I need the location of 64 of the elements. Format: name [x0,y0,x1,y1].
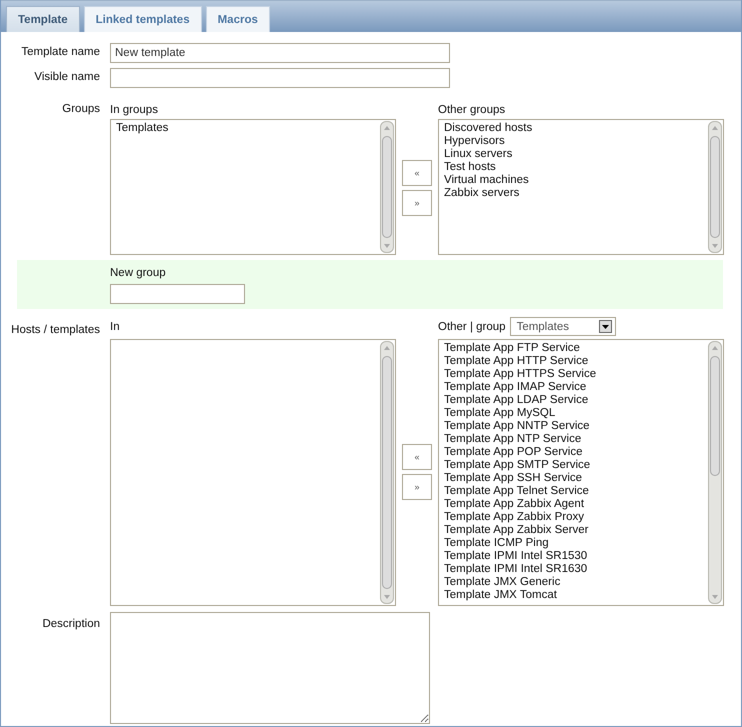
list-box[interactable] [438,339,724,606]
list-box[interactable]: Discovered hosts Hypervisors Linux servers Test hosts Virtual machines Zabbix servers [438,119,724,255]
input-field[interactable] [110,68,450,88]
list-item[interactable]: Template IPMI Intel SR1630 [444,563,588,576]
move-right-button[interactable]: » [402,474,432,500]
scroll-down-arrow-icon[interactable] [383,242,391,250]
scrollbar[interactable] [380,121,394,253]
list-item[interactable]: Template App Zabbix Agent [444,498,584,511]
list-item[interactable]: Template App SMTP Service [444,459,590,472]
scrollbar[interactable] [380,341,394,604]
scroll-down-arrow-icon[interactable] [383,593,391,601]
scroll-up-arrow-icon[interactable] [711,124,719,132]
scroll-down-arrow-icon[interactable] [711,593,719,601]
list-item[interactable]: Template IPMI Intel SR1530 [444,550,588,563]
tab[interactable]: Macros [206,6,270,32]
list-item[interactable]: Template App NNTP Service [444,420,590,433]
move-right-button[interactable]: » [402,190,432,216]
list-item[interactable]: Template JMX Generic [444,576,560,589]
tab[interactable]: Template [6,6,80,32]
tab[interactable]: Linked templates [84,6,202,32]
field-label: New group [110,266,167,279]
scroll-down-arrow-icon[interactable] [711,242,719,250]
list-item[interactable]: Linux servers [444,148,512,161]
list-item[interactable]: Test hosts [444,161,496,174]
scroll-up-arrow-icon[interactable] [383,344,391,352]
list-label: In groups [110,103,159,116]
input-field[interactable] [110,284,245,304]
list-label: Other | group [438,320,506,332]
list-item[interactable]: Template App MySQL [444,407,556,420]
list-item[interactable]: Template App HTTP Service [444,355,588,368]
list-label: Other groups [438,103,506,116]
list-item[interactable]: Template App Zabbix Proxy [444,511,584,524]
list-item[interactable]: Template JMX Tomcat [444,589,557,602]
move-left-button[interactable]: « [402,444,432,470]
list-item[interactable]: Template App HTTPS Service [444,368,596,381]
field-label: Groups [61,102,100,117]
list-item[interactable]: Template App SSH Service [444,472,582,485]
list-item[interactable]: Template App FTP Service [444,342,580,355]
list-item[interactable]: Virtual machines [444,174,529,187]
list-item[interactable]: Template App Zabbix Server [444,524,588,537]
list-item[interactable]: Zabbix servers [444,187,520,200]
description-field[interactable] [110,612,430,724]
field-label: Description [41,617,100,632]
group-select[interactable]: Templates [510,317,616,336]
list-item[interactable]: Discovered hosts [444,122,532,135]
list-box[interactable]: Templates [110,119,396,255]
field-label: Visible name [33,70,100,85]
input-field[interactable]: New template [110,43,450,63]
list-item[interactable]: Templates [116,122,168,135]
scroll-up-arrow-icon[interactable] [711,344,719,352]
scrollbar[interactable] [708,121,722,253]
list-label: In [110,320,121,334]
list-item[interactable]: Hypervisors [444,135,505,148]
list-item[interactable]: Template App POP Service [444,446,582,459]
list-item[interactable]: Template App LDAP Service [444,394,588,407]
field-label: Hosts / templates [10,323,100,338]
list-item[interactable]: Template ICMP Ping [444,537,549,550]
scrollbar[interactable] [708,341,722,604]
list-item[interactable]: Template App Telnet Service [444,485,589,498]
field-label: Template name [20,45,100,60]
move-left-button[interactable]: « [402,160,432,186]
list-item[interactable]: Template App IMAP Service [444,381,586,394]
list-item[interactable]: Template App NTP Service [444,433,582,446]
scroll-up-arrow-icon[interactable] [383,124,391,132]
